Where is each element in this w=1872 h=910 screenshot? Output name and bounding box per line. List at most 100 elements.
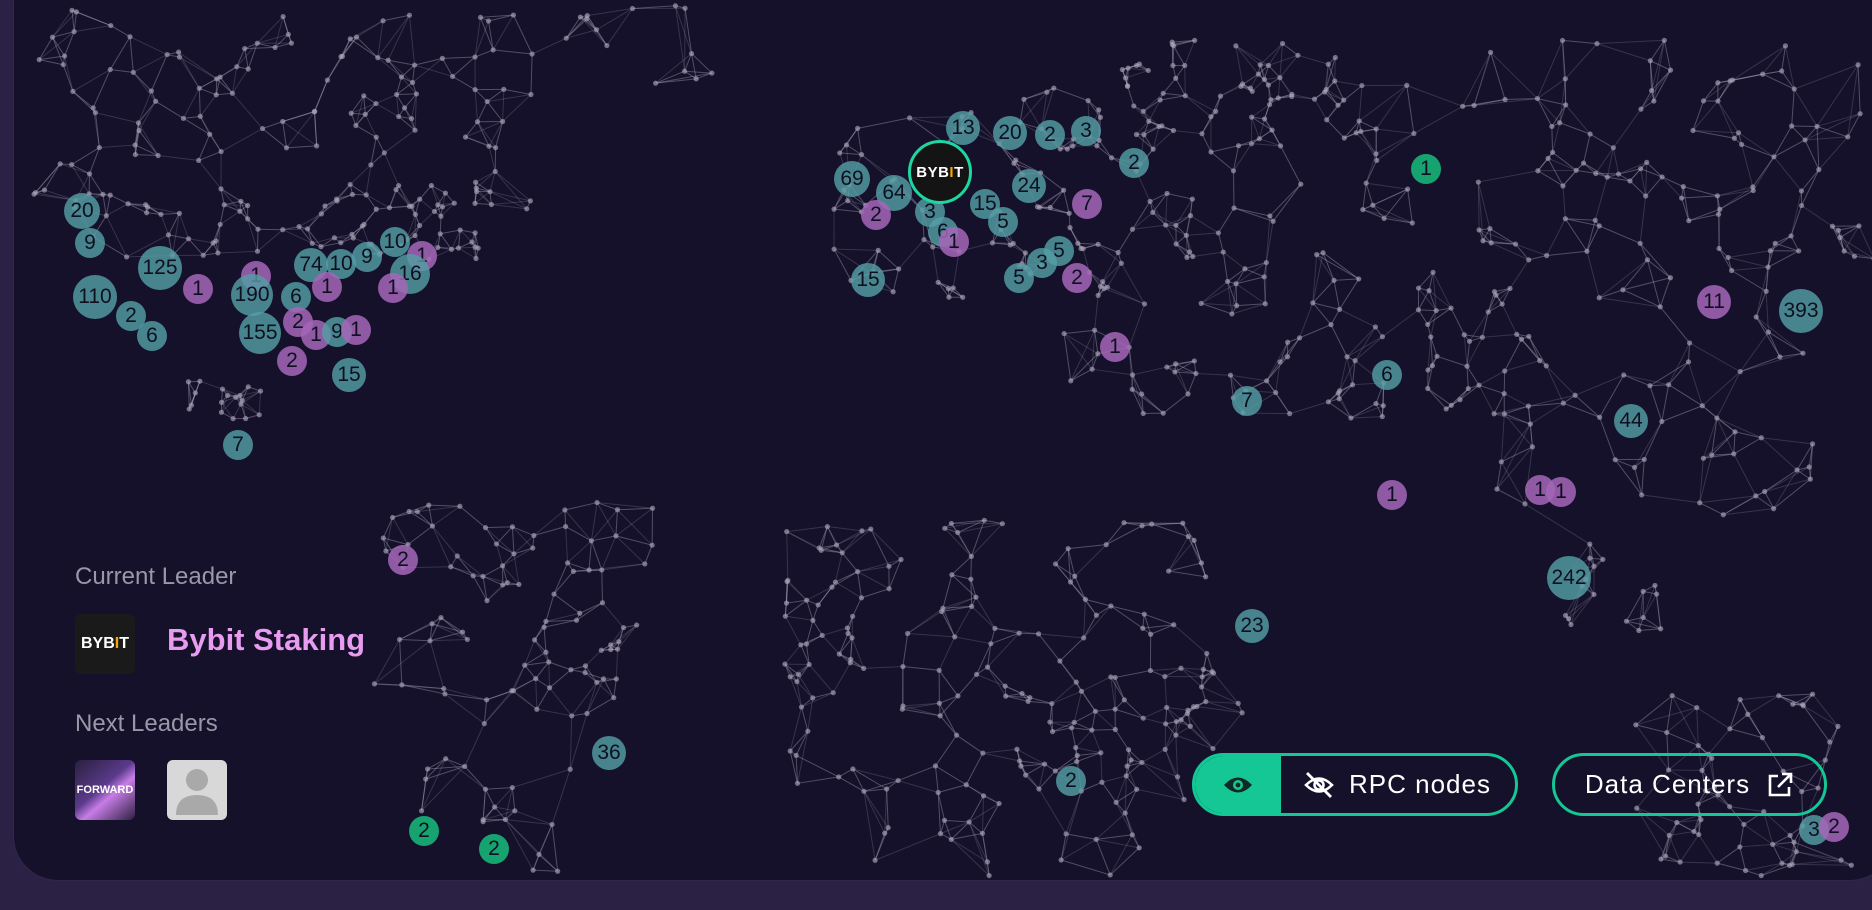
mesh-edge — [244, 46, 276, 50]
mesh-node — [1049, 728, 1056, 735]
mesh-edge — [1764, 491, 1775, 509]
mesh-node — [457, 227, 463, 233]
mesh-node — [469, 239, 475, 245]
mesh-node — [322, 203, 328, 209]
mesh-node — [1344, 354, 1350, 360]
mesh-node — [1061, 187, 1067, 193]
mesh-node — [509, 524, 516, 530]
mesh-node — [1725, 254, 1731, 261]
mesh-node — [1479, 334, 1485, 340]
mesh-node — [1411, 130, 1417, 137]
mesh-node — [493, 541, 500, 547]
mesh-edge — [1692, 100, 1719, 131]
mesh-edge — [44, 163, 61, 191]
mesh-node — [245, 202, 251, 209]
mesh-node — [844, 625, 850, 631]
mesh-edge — [109, 194, 129, 205]
mesh-node — [524, 206, 530, 212]
mesh-node — [1189, 196, 1195, 202]
mesh-edge — [365, 164, 372, 195]
mesh-node — [1698, 817, 1704, 823]
mesh-edge — [1074, 576, 1086, 600]
mesh-node — [362, 111, 368, 117]
mesh-node — [1379, 413, 1385, 420]
mesh-edge — [1562, 39, 1598, 45]
mesh-edge — [1671, 695, 1699, 746]
mesh-node — [1044, 89, 1050, 95]
mesh-node — [611, 695, 617, 701]
mesh-node — [1493, 292, 1499, 298]
mesh-node — [155, 152, 161, 159]
mesh-edge — [1055, 548, 1069, 565]
mesh-node — [176, 210, 182, 216]
mesh-edge — [981, 795, 985, 834]
mesh-edge — [968, 803, 1000, 823]
mesh-edge — [1679, 834, 1700, 863]
mesh-node — [1140, 108, 1146, 114]
mesh-edge — [1168, 540, 1195, 572]
mesh-node — [1659, 418, 1665, 425]
mesh-edge — [1537, 98, 1566, 106]
mesh-edge — [138, 130, 159, 156]
mesh-node — [1587, 131, 1593, 137]
mesh-edge — [1195, 373, 1231, 376]
mesh-node — [408, 115, 415, 122]
mesh-node — [350, 235, 356, 241]
mesh-node — [1320, 250, 1326, 256]
mesh-edge — [1740, 356, 1781, 373]
mesh-edge — [1698, 834, 1718, 864]
mesh-node — [1604, 174, 1610, 180]
mesh-edge — [363, 95, 366, 115]
mesh-node — [1765, 329, 1772, 335]
mesh-node — [599, 600, 606, 606]
mesh-node — [280, 227, 286, 233]
mesh-edge — [282, 16, 289, 35]
mesh-edge — [1091, 711, 1096, 731]
mesh-node — [1164, 364, 1170, 370]
mesh-node — [1716, 245, 1722, 252]
mesh-node — [1742, 867, 1749, 874]
mesh-edge — [445, 758, 486, 790]
mesh-node — [1838, 857, 1844, 863]
mesh-node — [1266, 101, 1273, 108]
mesh-node — [1180, 520, 1186, 526]
mesh-node — [393, 187, 399, 193]
mesh-edge — [1723, 508, 1774, 516]
mesh-edge — [1212, 712, 1243, 749]
mesh-node — [1798, 202, 1805, 209]
mesh-node — [608, 646, 614, 653]
mesh-node — [207, 131, 213, 137]
mesh-edge — [282, 121, 287, 148]
mesh-edge — [841, 528, 872, 554]
mesh-node — [1147, 198, 1153, 204]
mesh-edge — [258, 391, 262, 415]
mesh-node — [839, 550, 845, 556]
mesh-node — [1457, 397, 1463, 403]
mesh-node — [1662, 853, 1669, 859]
mesh-node — [224, 392, 231, 399]
mesh-node — [815, 602, 821, 608]
mesh-node — [1638, 166, 1644, 172]
mesh-node — [1699, 403, 1705, 409]
mesh-edge — [396, 93, 417, 96]
mesh-edge — [857, 571, 862, 598]
mesh-node — [103, 213, 109, 219]
mesh-edge — [902, 705, 941, 717]
mesh-edge — [477, 101, 488, 122]
mesh-node — [829, 584, 835, 590]
mesh-node — [439, 55, 445, 62]
mesh-node — [509, 688, 515, 694]
mesh-node — [599, 567, 605, 573]
mesh-node — [368, 162, 374, 168]
mesh-node — [1647, 58, 1653, 64]
mesh-node — [1677, 859, 1683, 865]
mesh-edge — [219, 210, 241, 225]
mesh-node — [787, 748, 793, 754]
mesh-edge — [1816, 113, 1861, 127]
mesh-node — [234, 64, 240, 70]
mesh-node — [1789, 123, 1795, 129]
mesh-edge — [1117, 229, 1133, 253]
mesh-edge — [1733, 437, 1762, 455]
mesh-edge — [1316, 254, 1359, 280]
mesh-edge — [488, 121, 504, 147]
